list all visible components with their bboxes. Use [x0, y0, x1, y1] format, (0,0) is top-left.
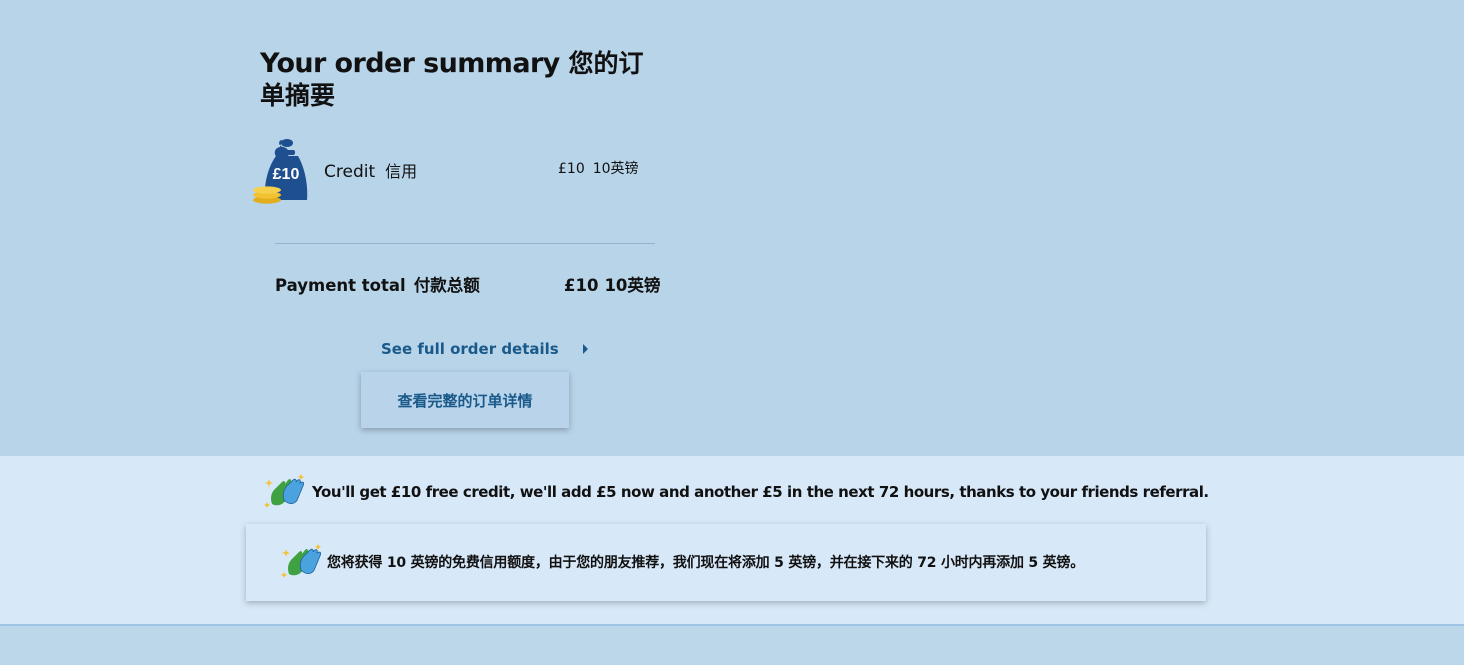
order-details-translation: 查看完整的订单详情 — [361, 372, 569, 428]
page-footer-background — [0, 626, 1464, 665]
payment-total-value: £10 10英镑 — [564, 272, 660, 296]
see-full-order-details-label: See full order details — [381, 340, 559, 358]
credit-label-zh: 信用 — [385, 162, 418, 181]
order-summary-title: Your order summary 您的订单摘要 — [260, 48, 650, 112]
order-summary-section: Your order summary 您的订单摘要 £10 Credit 信用 £… — [0, 0, 1464, 456]
referral-message-text: You'll get £10 free credit, we'll add £5… — [312, 483, 1209, 501]
payment-total-value-zh: 10英镑 — [604, 276, 661, 295]
referral-message-translation: 您将获得 10 英镑的免费信用额度，由于您的朋友推荐，我们现在将添加 5 英镑，… — [246, 524, 1206, 601]
payment-total-value-en: £10 — [564, 276, 599, 295]
referral-message: You'll get £10 free credit, we'll add £5… — [262, 474, 1209, 510]
chevron-right-icon — [582, 344, 588, 354]
see-full-order-details-link[interactable]: See full order details — [381, 340, 588, 358]
high-five-icon — [262, 474, 306, 510]
payment-total-label: Payment total 付款总额 — [275, 272, 480, 296]
credit-price-en: £10 — [558, 161, 585, 177]
credit-label: Credit 信用 — [324, 158, 417, 182]
referral-banner: You'll get £10 free credit, we'll add £5… — [0, 456, 1464, 626]
credit-price-zh: 10英镑 — [592, 161, 639, 177]
high-five-icon — [279, 544, 323, 580]
divider — [275, 243, 655, 244]
order-summary-title-en: Your order summary — [260, 48, 560, 79]
payment-total-label-en: Payment total — [275, 276, 406, 295]
credit-price: £10 10英镑 — [558, 158, 639, 178]
referral-message-translation-line: 您将获得 10 英镑的免费信用额度，由于您的朋友推荐，我们现在将添加 5 英镑，… — [279, 544, 1084, 580]
referral-message-translation-text: 您将获得 10 英镑的免费信用额度，由于您的朋友推荐，我们现在将添加 5 英镑，… — [327, 555, 1085, 571]
money-bag-amount: £10 — [273, 166, 300, 183]
credit-line-item: £10 Credit 信用 £10 10英镑 — [252, 136, 652, 206]
payment-total-label-zh: 付款总额 — [413, 276, 480, 295]
credit-label-en: Credit — [324, 162, 376, 182]
order-details-translation-label: 查看完整的订单详情 — [397, 391, 533, 410]
